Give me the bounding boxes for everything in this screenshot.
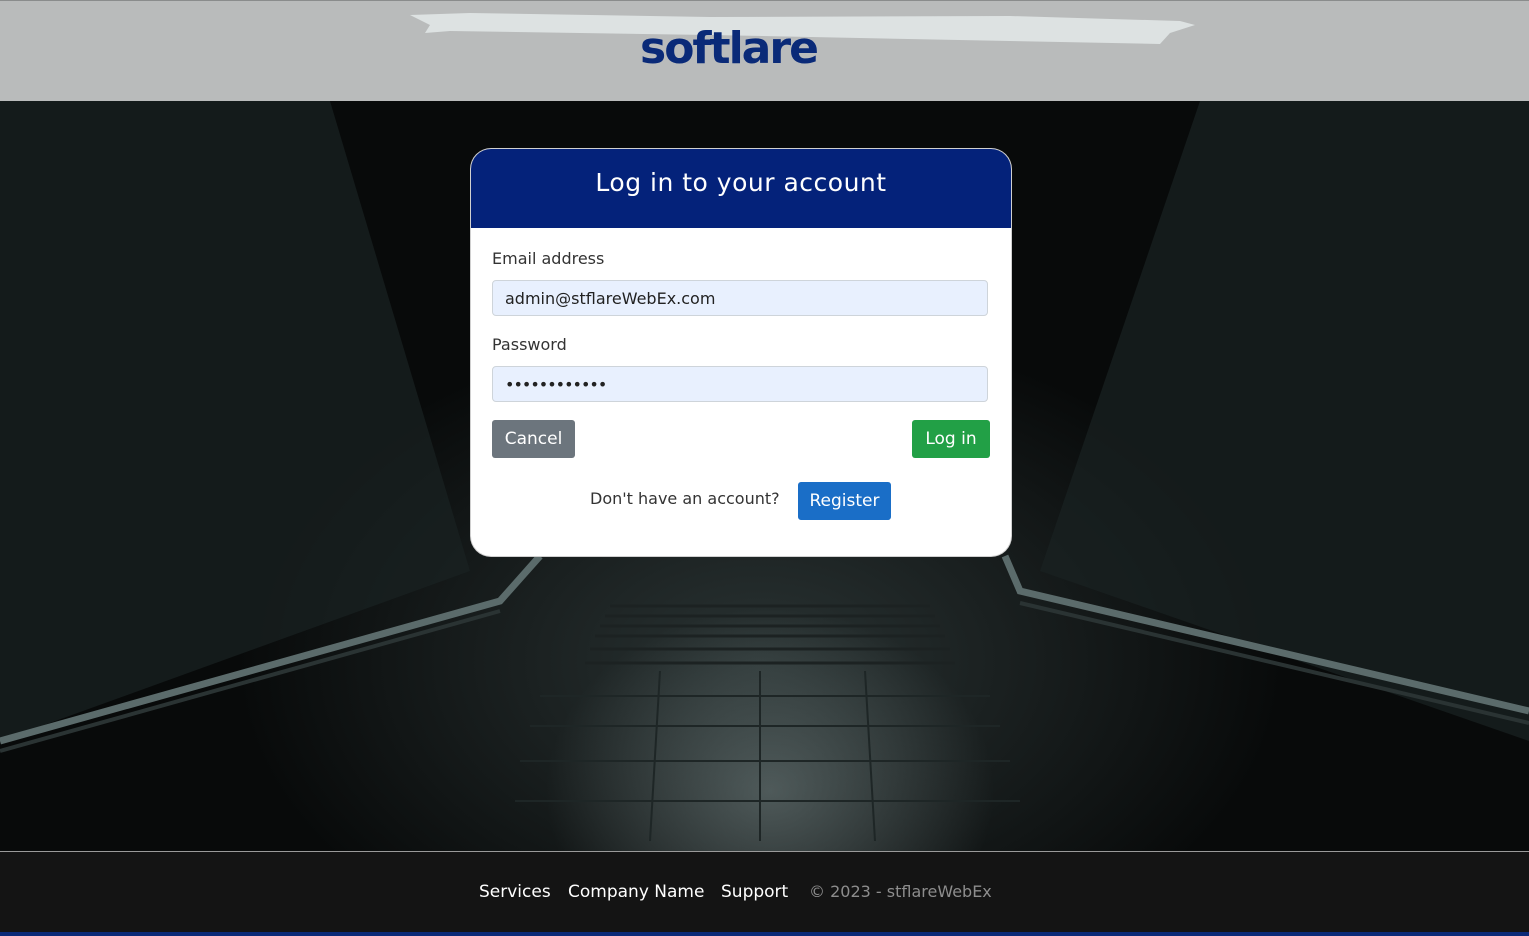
password-field[interactable]: •••••••••••• xyxy=(492,366,988,402)
site-header: softlare xyxy=(0,0,1529,101)
register-row: Don't have an account? Register xyxy=(471,481,1011,520)
footer-link-support[interactable]: Support xyxy=(721,882,788,902)
login-card: Log in to your account Email address adm… xyxy=(471,149,1011,556)
email-label: Email address xyxy=(492,249,605,268)
email-field[interactable]: admin@stflareWebEx.com xyxy=(492,280,988,316)
login-title: Log in to your account xyxy=(471,149,1011,228)
register-prompt: Don't have an account? xyxy=(590,489,780,508)
footer-link-services[interactable]: Services xyxy=(479,882,551,902)
login-button[interactable]: Log in xyxy=(912,420,990,458)
footer-copyright: © 2023 - stflareWebEx xyxy=(809,882,992,901)
register-button[interactable]: Register xyxy=(798,482,891,520)
footer-link-company-name[interactable]: Company Name xyxy=(568,882,704,902)
softlare-logo[interactable]: softlare xyxy=(640,27,819,71)
footer-accent-bar xyxy=(0,932,1529,936)
password-label: Password xyxy=(492,335,567,354)
cancel-button[interactable]: Cancel xyxy=(492,420,575,458)
site-footer: Services Company Name Support © 2023 - s… xyxy=(0,851,1529,936)
